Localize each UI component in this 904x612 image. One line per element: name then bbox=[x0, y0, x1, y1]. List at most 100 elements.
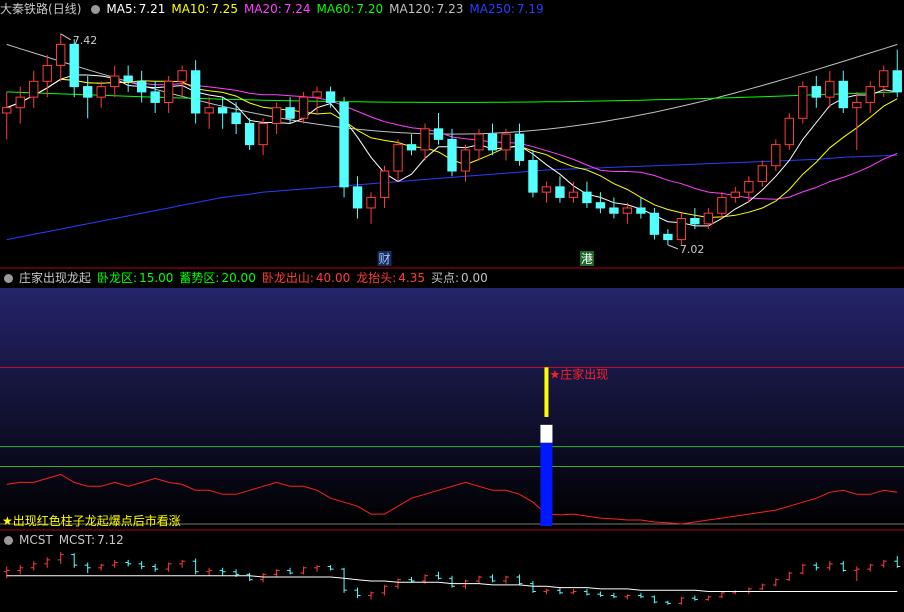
ma-legends: MA5: 7.21 MA10: 7.25 MA20: 7.24 MA60: 7.20 MA120… bbox=[106, 2, 549, 16]
ind-legend-label-0: 卧龙区: bbox=[97, 271, 138, 285]
candle-body bbox=[460, 149, 471, 172]
candle-body bbox=[2, 107, 12, 114]
candle-body bbox=[29, 80, 39, 98]
candle-body bbox=[730, 191, 741, 198]
candle-body bbox=[83, 86, 93, 98]
signal-bar-yellow bbox=[544, 367, 549, 417]
candle-body bbox=[163, 80, 174, 103]
ind-legend-value-4: 0.00 bbox=[461, 271, 488, 285]
low-pointer bbox=[667, 244, 679, 250]
candle-body bbox=[703, 212, 714, 225]
candle-body bbox=[420, 128, 430, 151]
ma-legend-label-2: MA20: bbox=[243, 2, 282, 16]
ind-legend-label-1: 蓄势区: bbox=[179, 271, 220, 285]
candle-body bbox=[865, 86, 875, 103]
signal-bar-blue bbox=[540, 442, 553, 526]
indicator-name[interactable]: 庄家出现龙起 bbox=[19, 271, 91, 285]
candle-body bbox=[271, 107, 282, 125]
candle-body bbox=[56, 43, 66, 66]
low-label: 7.02 bbox=[680, 243, 705, 256]
mcst-legend-value: 7.12 bbox=[97, 533, 124, 547]
ind-legend-value-0: 15.00 bbox=[139, 271, 174, 285]
candle-body bbox=[150, 91, 160, 103]
candle-body bbox=[690, 218, 700, 225]
candle-body bbox=[447, 138, 457, 172]
mcst-line bbox=[6, 575, 898, 592]
ma120-line bbox=[6, 43, 898, 135]
candle-body bbox=[433, 128, 444, 140]
candle-body bbox=[825, 80, 835, 98]
ma20-line bbox=[6, 78, 898, 200]
candle-body bbox=[501, 133, 511, 151]
marker-text-0: 财 bbox=[379, 252, 391, 266]
candle-body bbox=[487, 133, 498, 151]
high-pointer bbox=[60, 33, 71, 41]
indicator-background bbox=[0, 288, 904, 526]
candle-body bbox=[717, 196, 727, 214]
candle-body bbox=[595, 202, 606, 209]
period-label[interactable]: (日线) bbox=[48, 2, 81, 16]
candle-body bbox=[325, 91, 336, 103]
candle-body bbox=[852, 101, 862, 109]
candle-body bbox=[366, 196, 376, 209]
indicator-panel-header: 庄家出现龙起 卧龙区: 15.00 蓄势区: 20.00 卧龙出山: 40.00 龙抬头: 4.… bbox=[0, 270, 500, 286]
candle-body bbox=[541, 186, 552, 193]
marker-text-1: 港 bbox=[581, 252, 593, 266]
ma250-line bbox=[6, 154, 898, 241]
ma-legend-value-3: 7.20 bbox=[356, 2, 384, 16]
marker-box-0 bbox=[377, 251, 392, 266]
candle-body bbox=[528, 159, 538, 193]
candle-body bbox=[568, 191, 579, 198]
ind-legend-value-3: 4.35 bbox=[398, 271, 425, 285]
mcst-name[interactable]: MCST bbox=[19, 533, 53, 547]
candle-body bbox=[69, 43, 79, 88]
ind-legend-value-2: 40.00 bbox=[315, 271, 351, 285]
signal-text: ★庄家出现 bbox=[549, 366, 608, 381]
indicator-legends: 卧龙区: 15.00 蓄势区: 20.00 卧龙出山: 40.00 龙抬头: 4.35 买点: 0… bbox=[97, 271, 494, 285]
ma-legend-value-2: 7.24 bbox=[283, 2, 311, 16]
candle-body bbox=[676, 218, 687, 241]
ind-legend-label-2: 卧龙出山: bbox=[261, 271, 314, 285]
ma-legend-label-4: MA120: bbox=[389, 2, 435, 16]
ind-legend-value-1: 20.00 bbox=[221, 271, 256, 285]
high-label: 7.42 bbox=[73, 34, 98, 47]
ind-legend-label-3: 龙抬头: bbox=[356, 271, 397, 285]
candle-body bbox=[217, 107, 228, 114]
candle-body bbox=[96, 86, 106, 98]
candle-body bbox=[379, 170, 390, 198]
settings-dot-icon[interactable] bbox=[4, 536, 13, 545]
candle-body bbox=[784, 117, 794, 146]
candle-body bbox=[663, 233, 673, 241]
candle-body bbox=[771, 144, 781, 167]
candle-body bbox=[879, 70, 889, 88]
candle-body bbox=[811, 86, 821, 98]
ma-legend-value-5: 7.19 bbox=[516, 2, 544, 16]
candle-body bbox=[15, 96, 25, 109]
stock-title[interactable]: 大秦铁路 bbox=[0, 2, 48, 16]
candle-body bbox=[892, 70, 902, 93]
mcst-legend-label: MCST: bbox=[58, 533, 96, 547]
ma10-line bbox=[6, 78, 898, 219]
indicator-line bbox=[6, 473, 898, 525]
candle-body bbox=[123, 75, 133, 82]
signal-bar-white bbox=[540, 424, 553, 443]
candle-body bbox=[190, 70, 201, 114]
candle-body bbox=[744, 181, 754, 193]
candle-body bbox=[757, 165, 768, 183]
candle-body bbox=[582, 191, 592, 204]
candle-body bbox=[636, 207, 646, 214]
chart-svg: 7.42 7.02 财 港 ★庄家出现 ★出现红色柱子龙起爆点后市看涨 bbox=[0, 33, 904, 605]
chart-stage: 大秦铁路(日线) MA5: 7.21 MA10: 7.25 MA20: 7.24 MA60: 7… bbox=[0, 0, 904, 612]
candle-body bbox=[312, 91, 322, 98]
candle-body bbox=[649, 212, 660, 235]
settings-dot-icon[interactable] bbox=[4, 274, 13, 283]
candle-body bbox=[352, 186, 363, 209]
ma5-line bbox=[6, 74, 898, 227]
ma-legend-label-1: MA10: bbox=[171, 2, 210, 16]
candle-body bbox=[555, 186, 565, 198]
settings-dot-icon[interactable] bbox=[91, 5, 101, 14]
candle-body bbox=[298, 96, 309, 119]
candle-body bbox=[393, 144, 403, 172]
candle-body bbox=[838, 80, 848, 109]
main-panel-header: 大秦铁路(日线) MA5: 7.21 MA10: 7.25 MA20: 7.24 MA60: 7… bbox=[0, 1, 556, 17]
